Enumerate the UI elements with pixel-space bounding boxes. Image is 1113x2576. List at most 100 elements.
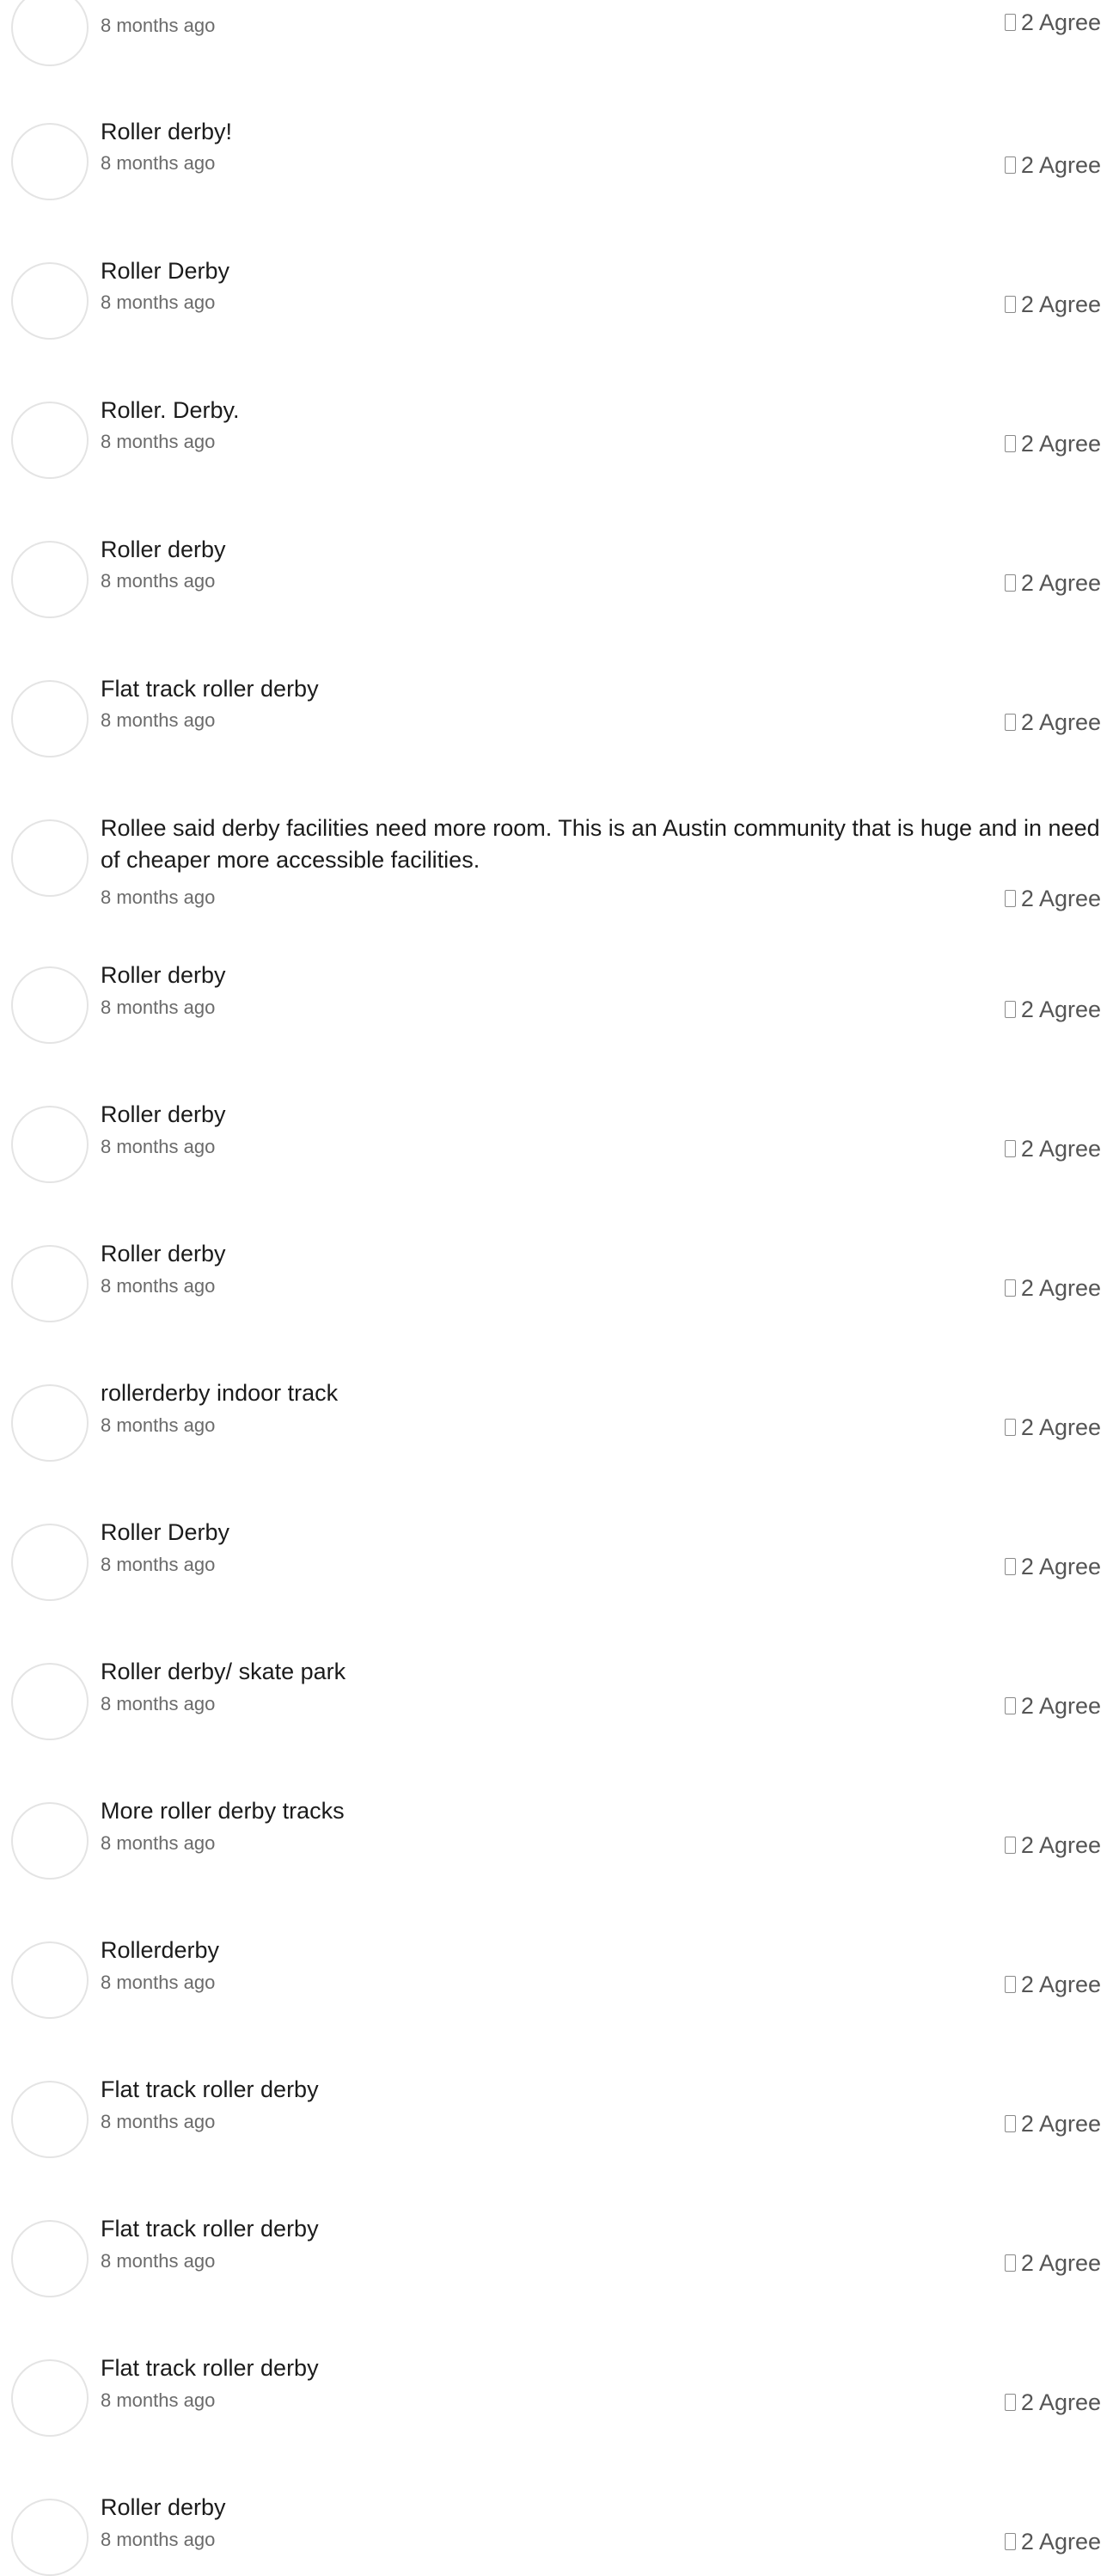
agree-button[interactable]: 2 Agree (1004, 885, 1101, 912)
agree-count: 2 (1020, 152, 1034, 178)
comment-text: Roller derby (101, 2494, 226, 2520)
comment-timestamp: 8 months ago (101, 1136, 216, 1157)
comment-text: Flat track roller derby (101, 2076, 319, 2102)
comment-text: Roller derby (101, 1101, 226, 1127)
thumbs-up-icon (1004, 2533, 1016, 2550)
comment-text: Roller derby (101, 962, 226, 988)
avatar[interactable] (11, 541, 89, 618)
agree-label: Agree (1038, 431, 1101, 457)
agree-button[interactable]: 2 Agree (1004, 1553, 1101, 1580)
agree-button[interactable]: 2 Agree (1004, 1274, 1101, 1302)
agree-count: 2 (1020, 570, 1034, 596)
agree-label: Agree (1038, 1275, 1101, 1301)
agree-count: 2 (1020, 1693, 1034, 1719)
agree-button[interactable]: 2 Agree (1004, 430, 1101, 457)
comment-text: Flat track roller derby (101, 2216, 319, 2242)
agree-count: 2 (1020, 1554, 1034, 1579)
comment-timestamp: 8 months ago (101, 291, 216, 313)
comment-timestamp: 8 months ago (101, 1414, 216, 1436)
agree-button[interactable]: 2 Agree (1004, 1831, 1101, 1859)
comment-timestamp: 8 months ago (101, 2111, 216, 2132)
comment-text: Roller. Derby. (101, 397, 240, 423)
agree-button[interactable]: 2 Agree (1004, 1414, 1101, 1441)
agree-button[interactable]: 2 Agree (1004, 151, 1101, 179)
thumbs-up-icon (1004, 1419, 1016, 1436)
agree-count: 2 (1020, 1832, 1034, 1858)
agree-count: 2 (1020, 1972, 1034, 1997)
avatar[interactable] (11, 966, 89, 1044)
agree-label: Agree (1038, 152, 1101, 178)
comment-timestamp: 8 months ago (101, 2389, 216, 2411)
agree-count: 2 (1020, 886, 1034, 911)
agree-count: 2 (1020, 2111, 1034, 2137)
comment-list: 8 months ago 2 Agree Roller derby! 8 months … (0, 0, 1113, 2576)
avatar[interactable] (11, 1941, 89, 2019)
agree-count: 2 (1020, 9, 1034, 35)
thumbs-up-icon (1004, 296, 1016, 313)
agree-label: Agree (1038, 2389, 1101, 2415)
comment-timestamp: 8 months ago (101, 1693, 216, 1714)
avatar[interactable] (11, 123, 89, 200)
comment-text: Roller derby (101, 1241, 226, 1267)
avatar[interactable] (11, 680, 89, 757)
thumbs-up-icon (1004, 1697, 1016, 1714)
comment-timestamp: 8 months ago (101, 15, 216, 36)
thumbs-up-icon (1004, 1001, 1016, 1018)
agree-button[interactable]: 2 Agree (1004, 2528, 1101, 2555)
thumbs-up-icon (1004, 890, 1016, 907)
avatar[interactable] (11, 2220, 89, 2297)
agree-button[interactable]: 2 Agree (1004, 2110, 1101, 2137)
avatar[interactable] (11, 1802, 89, 1880)
avatar[interactable] (11, 2081, 89, 2158)
agree-button[interactable]: 2 Agree (1004, 1135, 1101, 1162)
comment-timestamp: 8 months ago (101, 886, 216, 908)
avatar[interactable] (11, 402, 89, 479)
agree-button[interactable]: 2 Agree (1004, 291, 1101, 318)
agree-count: 2 (1020, 431, 1034, 457)
agree-label: Agree (1038, 1832, 1101, 1858)
avatar[interactable] (11, 2359, 89, 2437)
agree-button[interactable]: 2 Agree (1004, 2389, 1101, 2416)
agree-label: Agree (1038, 1136, 1101, 1162)
comment-text: More roller derby tracks (101, 1798, 345, 1824)
agree-count: 2 (1020, 2389, 1034, 2415)
agree-label: Agree (1038, 570, 1101, 596)
agree-label: Agree (1038, 1414, 1101, 1440)
agree-count: 2 (1020, 1414, 1034, 1440)
thumbs-up-icon (1004, 14, 1016, 31)
agree-button[interactable]: 2 Agree (1004, 708, 1101, 736)
avatar[interactable] (11, 262, 89, 340)
agree-button[interactable]: 2 Agree (1004, 996, 1101, 1023)
agree-button[interactable]: 2 Agree (1004, 1692, 1101, 1720)
agree-button[interactable]: 2 Agree (1004, 9, 1101, 36)
avatar[interactable] (11, 1245, 89, 1322)
avatar[interactable] (11, 2499, 89, 2576)
agree-button[interactable]: 2 Agree (1004, 569, 1101, 597)
avatar[interactable] (11, 1663, 89, 1740)
thumbs-up-icon (1004, 1140, 1016, 1157)
avatar[interactable] (11, 0, 89, 66)
comment-text: rollerderby indoor track (101, 1380, 339, 1406)
agree-count: 2 (1020, 997, 1034, 1022)
comment-text: Rollee said derby facilities need more r… (101, 815, 1100, 873)
agree-label: Agree (1038, 2250, 1101, 2276)
avatar[interactable] (11, 1384, 89, 1462)
avatar[interactable] (11, 1524, 89, 1601)
comment-text: Flat track roller derby (101, 676, 319, 702)
avatar[interactable] (11, 819, 89, 897)
comment-text: Flat track roller derby (101, 2355, 319, 2381)
comment-text: Roller Derby (101, 258, 230, 284)
comment-timestamp: 8 months ago (101, 1275, 216, 1297)
agree-count: 2 (1020, 2250, 1034, 2276)
agree-count: 2 (1020, 1275, 1034, 1301)
avatar[interactable] (11, 1106, 89, 1183)
thumbs-up-icon (1004, 1558, 1016, 1575)
agree-button[interactable]: 2 Agree (1004, 2249, 1101, 2277)
agree-label: Agree (1038, 1972, 1101, 1997)
agree-button[interactable]: 2 Agree (1004, 1971, 1101, 1998)
thumbs-up-icon (1004, 2254, 1016, 2272)
thumbs-up-icon (1004, 156, 1016, 174)
thumbs-up-icon (1004, 714, 1016, 731)
comment-timestamp: 8 months ago (101, 1554, 216, 1575)
comment-timestamp: 8 months ago (101, 2529, 216, 2550)
